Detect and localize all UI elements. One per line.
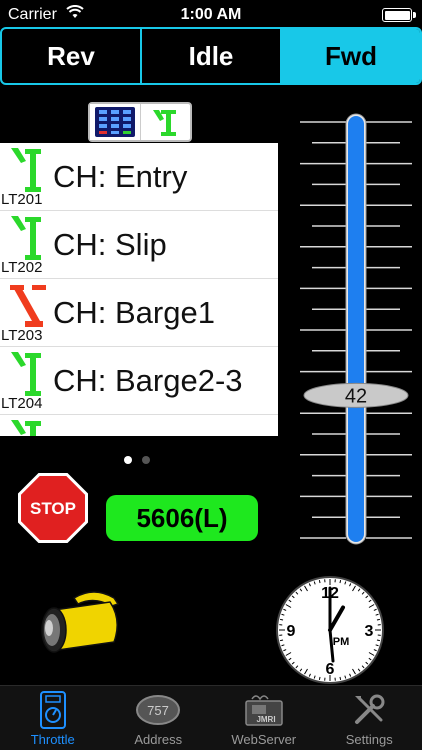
direction-rev-button[interactable]: Rev: [2, 29, 142, 83]
turnout-system-name: LT204: [1, 395, 43, 412]
turnout-view-button[interactable]: [141, 104, 191, 140]
turnout-user-name: CH: Barge1: [53, 295, 215, 330]
tab-throttle-label: Throttle: [30, 732, 75, 747]
webserver-icon-badge: JMRI: [256, 715, 275, 724]
turnout-closed-icon: [11, 352, 41, 396]
turnout-system-name: LT201: [1, 191, 43, 208]
turnout-row[interactable]: CH: Slip LT202: [0, 211, 278, 279]
battery-icon: [382, 8, 416, 22]
turnout-user-name: CH: Entry: [53, 159, 188, 194]
tab-throttle[interactable]: Throttle: [0, 686, 106, 750]
clock-tick: [339, 580, 342, 584]
turnout-user-name: CH: Slip: [53, 227, 167, 262]
tab-bar: Throttle 757 Address JMRI WebServer Sett…: [0, 685, 422, 750]
turnout-view-icon: [153, 110, 177, 136]
address-icon-badge: 757: [147, 703, 169, 718]
keypad-icon: [94, 107, 135, 137]
clock-tick: [318, 580, 321, 584]
tab-address-label: Address: [134, 732, 183, 747]
stop-label: STOP: [30, 499, 76, 518]
address-button[interactable]: 5606(L): [106, 495, 258, 541]
clock-tick: [376, 639, 380, 642]
turnout-row[interactable]: CH: Entry LT201: [0, 143, 278, 211]
keypad-view-button[interactable]: [90, 104, 141, 140]
page-indicator[interactable]: [124, 456, 150, 464]
throttle-fill: [348, 116, 364, 542]
turnout-list: CH: Entry LT201 CH: Slip LT202 CH: Barge…: [0, 143, 278, 436]
turnout-closed-icon: [11, 148, 41, 192]
clock-tick: [339, 676, 342, 680]
address-icon: 757: [136, 695, 181, 725]
stop-button[interactable]: STOP: [18, 473, 88, 543]
view-selector: [88, 102, 192, 142]
clock-tick: [280, 639, 284, 642]
page-dot-active: [124, 456, 132, 464]
throttle-icon: [39, 691, 66, 729]
clock-numeral-6: 6: [326, 661, 335, 678]
clock-numeral-3: 3: [365, 623, 374, 640]
turnout-closed-icon: [11, 216, 41, 260]
turnout-closed-icon: [11, 420, 41, 436]
turnout-system-name: LT202: [1, 259, 43, 276]
turnout-row[interactable]: CH: Barge2-3 LT204: [0, 347, 278, 415]
turnout-row[interactable]: CH: Barge1 LT203: [0, 279, 278, 347]
throttle-slider[interactable]: 42: [298, 112, 414, 548]
headlight-button[interactable]: [34, 590, 124, 662]
direction-fwd-button[interactable]: Fwd: [282, 29, 420, 83]
fast-clock[interactable]: 12 3 6 9 PM: [275, 575, 385, 685]
status-bar: Carrier 1:00 AM: [0, 0, 422, 30]
lantern-icon: [41, 591, 120, 653]
clock-numeral-9: 9: [287, 623, 296, 640]
throttle-speed-label: 42: [345, 385, 367, 407]
clock-ampm: PM: [333, 636, 350, 648]
direction-idle-button[interactable]: Idle: [142, 29, 282, 83]
clock-tick: [376, 618, 380, 621]
page-dot: [142, 456, 150, 464]
tab-webserver-label: WebServer: [231, 732, 297, 747]
tab-address[interactable]: 757 Address: [106, 686, 212, 750]
tab-settings-label: Settings: [345, 732, 393, 747]
turnout-system-name: LT203: [1, 327, 43, 344]
direction-control: Rev Idle Fwd: [0, 27, 422, 85]
clock-tick: [318, 676, 321, 680]
webserver-icon: JMRI: [245, 695, 283, 726]
turnout-row-partial[interactable]: [0, 415, 278, 436]
tab-webserver[interactable]: JMRI WebServer: [211, 686, 317, 750]
throttle-thumb: 42: [303, 382, 409, 408]
clock-tick: [280, 618, 284, 621]
turnout-user-name: CH: Barge2-3: [53, 363, 243, 398]
tab-settings[interactable]: Settings: [317, 686, 422, 750]
settings-icon: [355, 694, 385, 724]
turnout-thrown-icon: [10, 285, 46, 327]
clock-time: 1:00 AM: [180, 6, 242, 23]
